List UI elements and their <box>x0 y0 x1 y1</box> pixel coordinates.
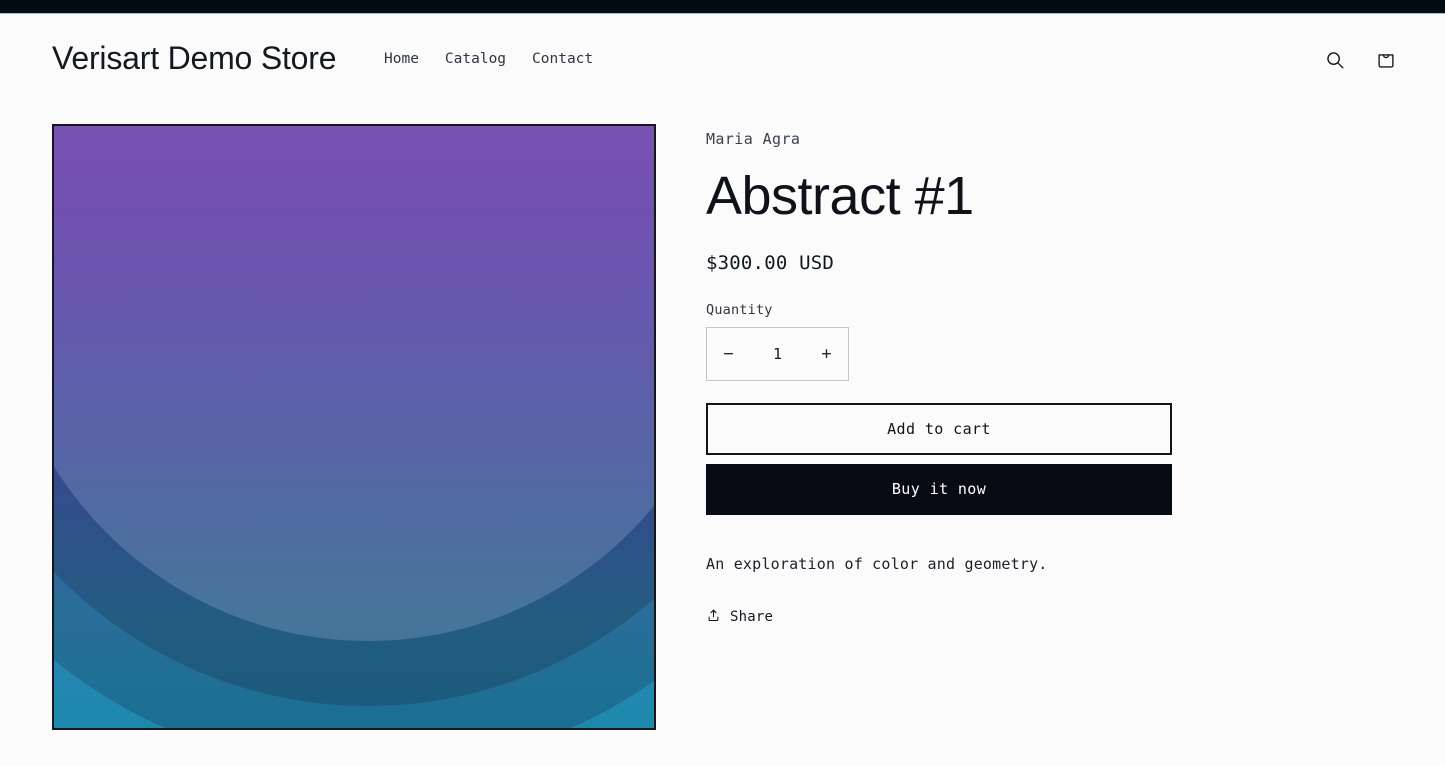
quantity-input[interactable] <box>750 344 805 363</box>
product-media[interactable] <box>52 124 656 730</box>
announcement-bar <box>0 0 1445 13</box>
quantity-label: Quantity <box>706 301 773 318</box>
artwork-ring-inner <box>54 126 654 641</box>
header-actions <box>1320 46 1401 76</box>
product-price: $300.00 USD <box>706 251 835 274</box>
search-button[interactable] <box>1320 46 1350 76</box>
buy-it-now-button[interactable]: Buy it now <box>706 463 1172 515</box>
product-vendor: Maria Agra <box>706 130 801 148</box>
cart-button[interactable] <box>1371 46 1401 76</box>
shopping-bag-icon <box>1375 49 1397 74</box>
nav-item-catalog[interactable]: Catalog <box>445 51 506 67</box>
site-header: Verisart Demo Store Home Catalog Contact <box>0 14 1445 92</box>
product-title: Abstract #1 <box>706 166 974 226</box>
share-button[interactable]: Share <box>706 608 773 626</box>
product-info: Maria Agra Abstract #1 $300.00 USD Quant… <box>706 124 1246 627</box>
add-to-cart-button[interactable]: Add to cart <box>706 402 1172 455</box>
quantity-increase-button[interactable]: + <box>805 328 848 380</box>
artwork-image <box>54 126 654 728</box>
share-label: Share <box>730 608 774 625</box>
nav-item-contact[interactable]: Contact <box>532 51 593 67</box>
quantity-stepper[interactable]: − + <box>706 326 849 381</box>
page-root: Verisart Demo Store Home Catalog Contact <box>0 0 1445 766</box>
nav-item-home[interactable]: Home <box>384 51 419 67</box>
search-icon <box>1324 49 1346 74</box>
share-icon <box>706 608 721 626</box>
store-logo-link[interactable]: Verisart Demo Store <box>52 40 337 77</box>
main-navigation: Home Catalog Contact <box>384 51 593 67</box>
product-description: An exploration of color and geometry. <box>706 554 1048 573</box>
quantity-decrease-button[interactable]: − <box>707 328 750 380</box>
